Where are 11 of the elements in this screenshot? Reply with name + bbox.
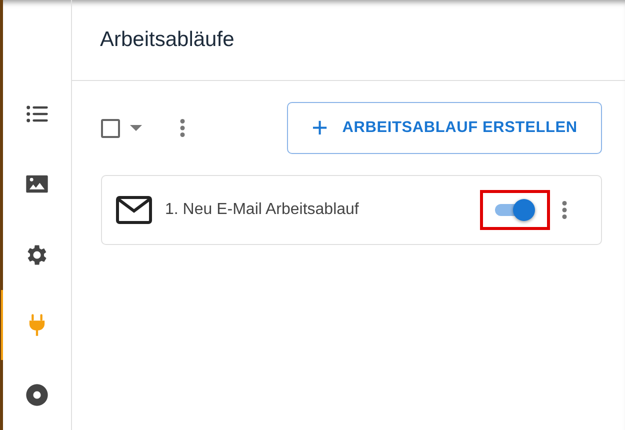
more-icon[interactable] xyxy=(562,201,567,219)
page-title: Arbeitsabläufe xyxy=(100,28,234,52)
active-indicator xyxy=(1,290,3,360)
workflow-name: 1. Neu E-Mail Arbeitsablauf xyxy=(165,201,360,219)
toggle-switch[interactable] xyxy=(495,199,535,221)
more-icon[interactable] xyxy=(180,119,185,137)
create-workflow-button[interactable]: + ARBEITSABLAUF ERSTELLEN xyxy=(287,102,602,154)
workflow-card[interactable]: 1. Neu E-Mail Arbeitsablauf xyxy=(101,175,602,245)
select-all-checkbox[interactable] xyxy=(101,118,120,138)
mail-icon xyxy=(116,196,152,224)
caret-icon[interactable] xyxy=(130,125,142,131)
